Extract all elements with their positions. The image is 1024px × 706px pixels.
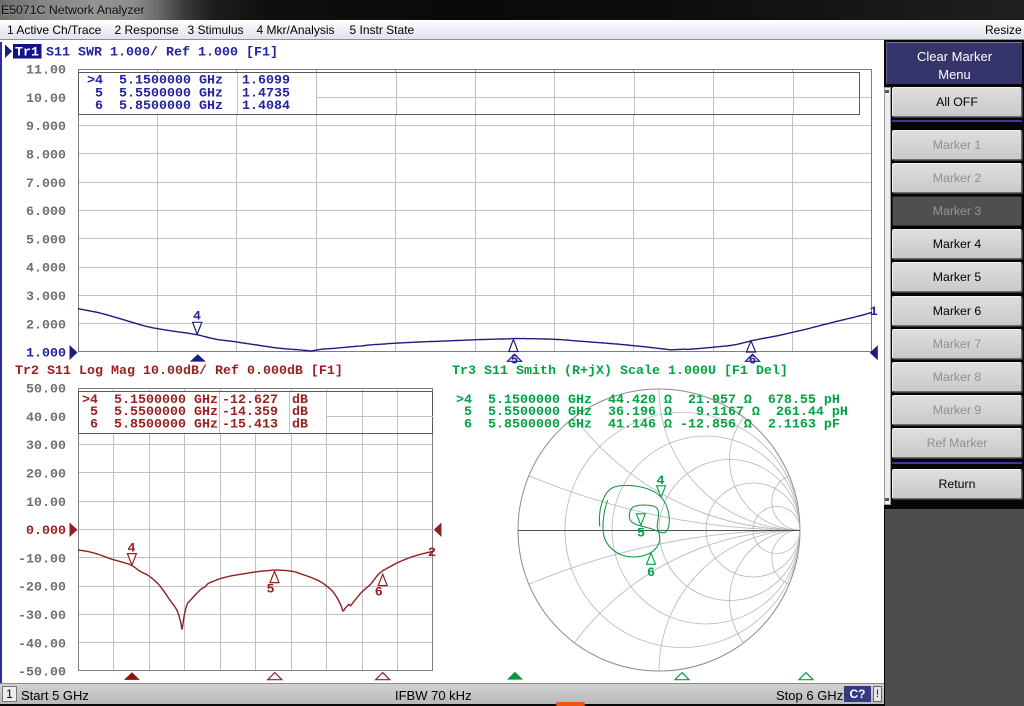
svg-text:9.000: 9.000 [26,120,66,135]
svg-text:11.00: 11.00 [26,64,66,79]
svg-text:6: 6 [647,566,655,581]
svg-text:Tr1: Tr1 [15,46,39,61]
svg-text:20.00: 20.00 [26,468,66,483]
svg-text:1.4084: 1.4084 [242,99,290,114]
svg-text:6 5.8500000 GHz: 6 5.8500000 GHz [87,99,223,114]
svg-text:10.00: 10.00 [26,92,66,107]
svg-text:Tr3 S11 Smith (R+jX) Scale 1.0: Tr3 S11 Smith (R+jX) Scale 1.000U [F1 De… [452,364,788,379]
svg-text:8.000: 8.000 [26,149,66,164]
svg-text:0.000: 0.000 [26,524,66,539]
svg-text:-20.00: -20.00 [18,581,66,596]
svg-text:40.00: 40.00 [26,411,66,426]
svg-text:50.00: 50.00 [26,383,66,398]
svg-text:4.000: 4.000 [26,262,66,277]
svg-text:-10.00: -10.00 [18,552,66,567]
svg-text:-15.413: -15.413 [222,417,278,432]
svg-text:2: 2 [428,546,436,561]
svg-text:-40.00: -40.00 [18,637,66,652]
svg-text:6 5.8500000 GHz: 6 5.8500000 GHz [82,417,218,432]
svg-text:dB: dB [292,417,308,432]
svg-text:3.000: 3.000 [26,290,66,305]
svg-text:1: 1 [870,305,878,320]
svg-text:10.00: 10.00 [26,496,66,511]
svg-text:7.000: 7.000 [26,177,66,192]
svg-text:Tr2 S11 Log Mag 10.00dB/ Ref 0: Tr2 S11 Log Mag 10.00dB/ Ref 0.000dB [F1… [15,364,343,379]
svg-text:5: 5 [267,583,275,598]
svg-text:30.00: 30.00 [26,439,66,454]
svg-text:S11 SWR 1.000/ Ref 1.000 [F1]: S11 SWR 1.000/ Ref 1.000 [F1] [46,46,278,61]
svg-text:5.000: 5.000 [26,233,66,248]
svg-text:-30.00: -30.00 [18,609,66,624]
svg-text:1.000: 1.000 [26,347,66,362]
svg-text:6: 6 [375,586,383,601]
svg-text:5: 5 [637,527,645,542]
svg-text:2.000: 2.000 [26,318,66,333]
svg-text:6.000: 6.000 [26,205,66,220]
svg-text:-50.00: -50.00 [18,666,66,681]
svg-text:6 5.8500000 GHz 41.146 Ω -12: 6 5.8500000 GHz 41.146 Ω -12.856 Ω 2.116… [456,417,840,432]
